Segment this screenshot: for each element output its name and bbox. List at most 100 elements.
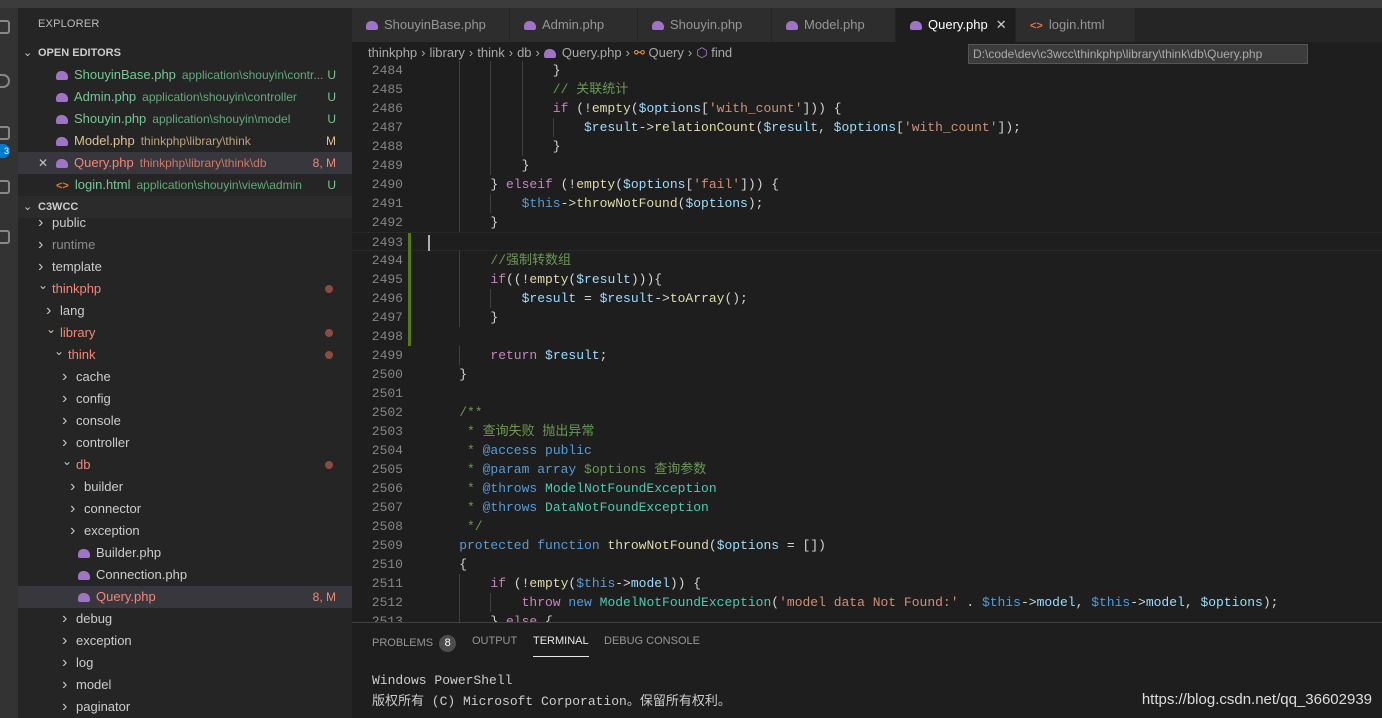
line-number: 2490 (371, 177, 403, 192)
tree-item[interactable]: Connection.php (18, 564, 352, 586)
breadcrumb-item[interactable]: db (517, 45, 531, 60)
tab-query-php[interactable]: Query.php ✕ (896, 8, 1016, 42)
breadcrumb-item[interactable]: thinkphp (368, 45, 417, 60)
code-line: 2500} (352, 365, 1382, 384)
tree-item[interactable]: › template (18, 256, 352, 278)
tree-item[interactable]: ⌄ thinkphp (18, 278, 352, 300)
tab-admin-php[interactable]: Admin.php (510, 8, 638, 42)
code-text: } (490, 213, 498, 232)
code-token: /** (459, 405, 483, 420)
code-token: 'model data Not Found:' (779, 595, 959, 610)
breadcrumb-item[interactable]: Query (648, 45, 683, 60)
tree-item[interactable]: › log (18, 652, 352, 674)
indent-guide (459, 156, 461, 175)
tree-item[interactable]: › public (18, 212, 352, 234)
file-path: application\shouyin\controller (142, 90, 297, 104)
code-token: model (630, 576, 670, 591)
tree-item[interactable]: › exception (18, 630, 352, 652)
code-token: . (958, 595, 982, 610)
open-editor-label: Query.php thinkphp\library\think\db (56, 152, 267, 174)
tree-item[interactable]: › runtime (18, 234, 352, 256)
source-control-icon[interactable] (0, 126, 10, 140)
line-number: 2505 (371, 462, 403, 477)
breadcrumb-item[interactable]: library (430, 45, 465, 60)
tree-item-label: Builder.php (78, 542, 161, 564)
code-token: } (521, 158, 530, 173)
code-token: public (545, 443, 592, 458)
tree-item[interactable]: Query.php 8, M (18, 586, 352, 608)
tree-item[interactable]: › paginator (18, 696, 352, 718)
search-icon[interactable] (0, 74, 10, 88)
file-path: application\shouyin\view\admin (136, 178, 302, 192)
file-name: Builder.php (96, 545, 162, 560)
open-editor-item[interactable]: <> login.html application\shouyin\view\adm… (18, 174, 352, 196)
tree-item[interactable]: › cache (18, 366, 352, 388)
code-token: empty (529, 576, 569, 591)
code-token: 'with_count' (903, 120, 998, 135)
tab-shouyin-php[interactable]: Shouyin.php (638, 8, 772, 42)
code-token: $result (521, 291, 577, 306)
tab-model-php[interactable]: Model.php (772, 8, 896, 42)
tree-item[interactable]: Builder.php (18, 542, 352, 564)
line-number: 2502 (371, 405, 403, 420)
tree-item[interactable]: › lang (18, 300, 352, 322)
code-text: protected function throwNotFound($option… (459, 536, 826, 555)
tree-item-label: db (76, 454, 90, 476)
code-token: -> (615, 576, 631, 591)
panel-tab-debug-console[interactable]: DEBUG CONSOLE (604, 635, 700, 657)
panel-tab-terminal[interactable]: TERMINAL (533, 635, 589, 657)
panel-tab-problems[interactable]: PROBLEMS 8 (372, 635, 457, 657)
code-token: @throws (482, 481, 538, 496)
watermark: https://blog.csdn.net/qq_36602939 (1141, 691, 1372, 708)
code-token: ); (1262, 595, 1279, 610)
debug-icon[interactable] (0, 180, 10, 194)
indent-guide (459, 593, 461, 612)
code-text: } elseif (!empty($options['fail'])) { (490, 175, 779, 194)
open-editor-item[interactable]: Shouyin.php application\shouyin\model U (18, 108, 352, 130)
tree-item[interactable]: › exception (18, 520, 352, 542)
indent-guide (490, 137, 492, 156)
code-line: 2506 * @throws ModelNotFoundException (352, 479, 1382, 498)
file-name: Query.php (96, 589, 156, 604)
tree-item[interactable]: › builder (18, 476, 352, 498)
code-line: 2496 $result = $result->toArray(); (352, 289, 1382, 308)
chevron-right-icon: › (38, 236, 44, 253)
close-icon[interactable]: ✕ (996, 17, 1007, 32)
line-number: 2503 (371, 424, 403, 439)
extensions-icon[interactable] (0, 230, 10, 244)
panel-tab-label: TERMINAL (533, 635, 589, 647)
open-editor-item[interactable]: Model.php thinkphp\library\think M (18, 130, 352, 152)
breadcrumb-item[interactable]: think (477, 45, 504, 60)
code-text: } (522, 156, 530, 175)
breadcrumb-item[interactable]: Query.php (562, 45, 622, 60)
php-file-icon (56, 93, 68, 102)
tree-item[interactable]: ⌄ library (18, 322, 352, 344)
breadcrumb-item[interactable]: find (711, 45, 732, 60)
code-token: $result (763, 120, 819, 135)
code-token: $options (716, 538, 780, 553)
panel-tab-output[interactable]: OUTPUT (472, 635, 517, 657)
tree-item[interactable]: › model (18, 674, 352, 696)
tree-item[interactable]: ⌄ db (18, 454, 352, 476)
tab-shouyinbase-php[interactable]: ShouyinBase.php (352, 8, 510, 42)
tree-item[interactable]: › connector (18, 498, 352, 520)
tree-item[interactable]: ⌄ think (18, 344, 352, 366)
indent-guide (490, 156, 492, 175)
open-editor-item[interactable]: ✕ Query.php thinkphp\library\think\db 8, M (18, 152, 352, 174)
close-icon[interactable]: ✕ (38, 152, 48, 174)
tree-item[interactable]: › console (18, 410, 352, 432)
explorer-icon[interactable] (0, 20, 10, 34)
code-editor[interactable]: 2484} 2485// 关联统计 2486 if (!empty($options[… (352, 61, 1382, 622)
tree-item[interactable]: › controller (18, 432, 352, 454)
file-name: model (76, 677, 112, 692)
php-file-icon (543, 49, 556, 58)
tab-login-html[interactable]: <> login.html (1016, 8, 1136, 42)
line-number: 2507 (371, 500, 403, 515)
tree-item[interactable]: › config (18, 388, 352, 410)
open-editor-item[interactable]: Admin.php application\shouyin\controller U (18, 86, 352, 108)
open-editor-item[interactable]: ShouyinBase.php application\shouyin\contr… (18, 64, 352, 86)
open-editors-header[interactable]: ⌄ OPEN EDITORS (18, 42, 352, 64)
php-file-icon (56, 115, 68, 124)
tree-item[interactable]: › debug (18, 608, 352, 630)
